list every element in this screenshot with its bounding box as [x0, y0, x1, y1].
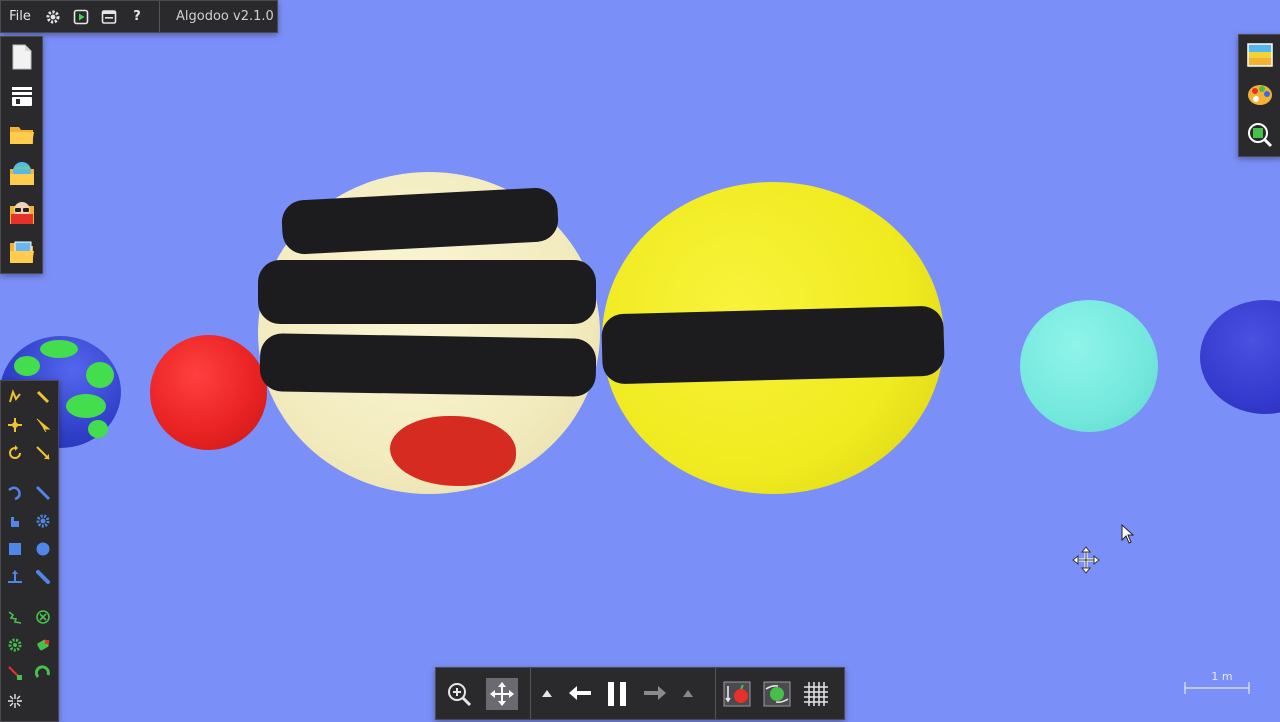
great-red-spot — [390, 416, 516, 486]
window-icon[interactable] — [95, 1, 123, 32]
menu-bar: File ? Algodoo v2.1.0 — [0, 0, 278, 33]
gear-icon[interactable] — [39, 1, 67, 32]
saturn-planet[interactable] — [601, 182, 945, 494]
air-friction-icon[interactable] — [758, 668, 796, 719]
mouse-pointer-icon — [1121, 523, 1135, 548]
menu-divider — [159, 1, 160, 32]
earth-continent — [88, 420, 108, 438]
algobox-icon[interactable] — [1, 193, 42, 232]
redo-icon[interactable] — [637, 668, 673, 719]
undo-icon[interactable] — [563, 668, 597, 719]
redo-arrow-up-icon[interactable] — [673, 668, 703, 719]
earth-continent — [40, 340, 78, 358]
brush-tool-icon[interactable] — [29, 383, 57, 411]
fixate-tool-icon[interactable] — [1, 631, 29, 659]
tracer-tool-icon[interactable] — [29, 659, 57, 687]
jupiter-band — [280, 186, 560, 256]
grid-icon[interactable] — [796, 668, 836, 719]
background-icon[interactable] — [1239, 35, 1280, 75]
app-title: Algodoo v2.1.0 — [176, 9, 274, 24]
undo-arrow-up-icon[interactable] — [531, 668, 563, 719]
new-scene-icon[interactable] — [1, 37, 42, 76]
saturn-band — [601, 305, 945, 385]
pattern-tool-icon[interactable] — [1, 687, 29, 715]
sketch-tool-icon[interactable] — [1, 383, 29, 411]
jupiter-band — [258, 260, 596, 324]
jupiter-planet[interactable] — [258, 172, 600, 494]
earth-continent — [86, 362, 114, 388]
jupiter-band — [259, 333, 597, 397]
laser-tool-icon[interactable] — [1, 659, 29, 687]
scale-tool-icon[interactable] — [29, 439, 57, 467]
hand-tool-icon[interactable] — [1, 507, 29, 535]
circle-tool-icon[interactable] — [29, 535, 57, 563]
empty-tool-slot — [29, 687, 57, 715]
simulation-bar — [435, 667, 845, 720]
box-tool-icon[interactable] — [1, 535, 29, 563]
thruster-tool-icon[interactable] — [29, 631, 57, 659]
pause-icon[interactable] — [597, 668, 637, 719]
move-tool-icon[interactable] — [1, 411, 29, 439]
palette-icon[interactable] — [1239, 75, 1280, 115]
tool-palette — [0, 380, 59, 722]
file-menu[interactable]: File — [1, 1, 39, 32]
uranus-planet[interactable] — [1020, 300, 1158, 432]
gear-tool-icon[interactable] — [29, 507, 57, 535]
plane-tool-icon[interactable] — [1, 563, 29, 591]
scene-browser-icon[interactable] — [1, 154, 42, 193]
camera-zoom-icon[interactable] — [1239, 115, 1280, 155]
menu-bar-icon[interactable] — [1, 76, 42, 115]
help-icon[interactable]: ? — [123, 1, 151, 32]
chain-tool-icon[interactable] — [1, 603, 29, 631]
axle-tool-icon[interactable] — [29, 603, 57, 631]
rotate-tool-icon[interactable] — [1, 439, 29, 467]
open-folder-icon[interactable] — [1, 115, 42, 154]
spring-tool-icon[interactable] — [29, 563, 57, 591]
play-icon[interactable] — [67, 1, 95, 32]
earth-continent — [66, 394, 106, 418]
drag-tool-icon[interactable] — [29, 411, 57, 439]
phunlets-folder-icon[interactable] — [1, 232, 42, 271]
pan-cursor-icon — [1072, 546, 1100, 578]
earth-continent — [14, 356, 40, 376]
mars-planet[interactable] — [150, 335, 267, 450]
gravity-apple-icon[interactable] — [716, 668, 758, 719]
pan-icon[interactable] — [482, 668, 522, 719]
zoom-icon[interactable] — [436, 668, 482, 719]
left-toolbar — [0, 36, 43, 274]
rope-tool-icon[interactable] — [1, 479, 29, 507]
scale-bar: 1 m — [1184, 670, 1250, 696]
knife-tool-icon[interactable] — [29, 479, 57, 507]
neptune-planet[interactable] — [1200, 300, 1280, 414]
right-panel — [1238, 34, 1280, 157]
